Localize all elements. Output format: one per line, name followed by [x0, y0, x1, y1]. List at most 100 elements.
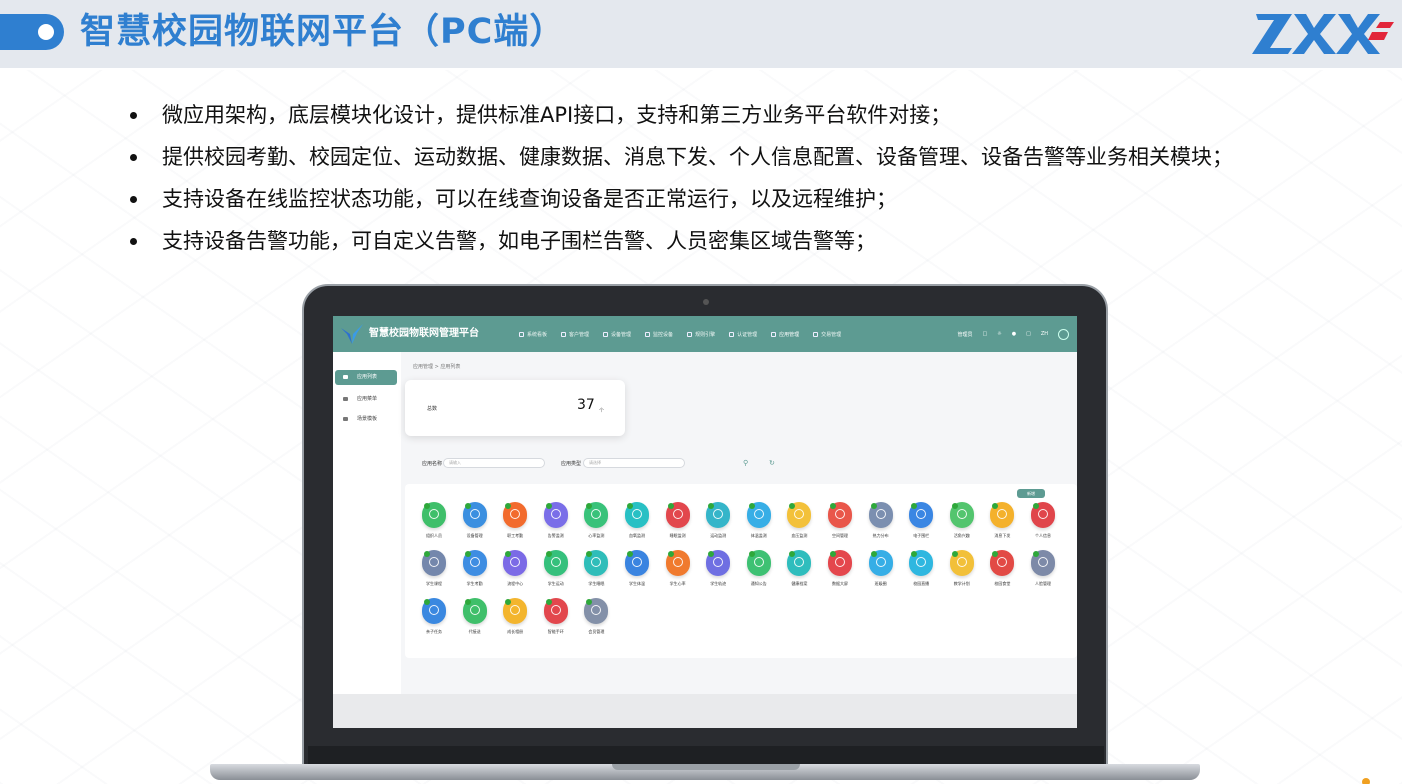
app-tile[interactable]: 学生心率: [659, 550, 697, 596]
app-tile[interactable]: 血氧监测: [618, 502, 656, 548]
app-tile-label: 空间管理: [832, 533, 848, 538]
app-glyph-icon: [875, 509, 886, 519]
app-tile-label: 健康档案: [791, 581, 808, 586]
app-tile[interactable]: 数据大屏: [821, 550, 859, 596]
app-tile[interactable]: 亲子任务: [415, 598, 453, 644]
nav-item-2[interactable]: 设备管理: [603, 331, 631, 338]
app-glyph-icon: [997, 557, 1008, 567]
status-dot-icon: [708, 503, 715, 509]
nav-item-5[interactable]: 认证管理: [729, 331, 757, 338]
sidebar: 应用列表 应用菜单 场景模板: [333, 352, 401, 728]
bullet-dot-icon: [130, 112, 137, 119]
theme-icon[interactable]: ●: [1012, 331, 1016, 337]
laptop-bezel: [308, 746, 1104, 764]
sidebar-item-app-list[interactable]: 应用列表: [335, 370, 397, 385]
status-dot-icon: [1033, 551, 1039, 557]
app-tile[interactable]: 人脸管理: [1024, 550, 1062, 596]
app-tile-label: 睡眠监测: [669, 533, 686, 538]
app-tile[interactable]: 血压监测: [780, 502, 818, 548]
app-tile[interactable]: 学生体温: [618, 550, 656, 596]
trade-icon: [813, 331, 819, 337]
app-tile[interactable]: 班级圈: [862, 550, 900, 596]
app-tile[interactable]: 健康档案: [780, 550, 818, 596]
bullet-dot-icon: [130, 154, 137, 161]
user-name[interactable]: 管理员: [957, 331, 972, 338]
app-tile[interactable]: 组织人员: [415, 502, 453, 548]
nav-item-3[interactable]: 监控设备: [645, 331, 673, 338]
app-tile-label: 校园直播: [913, 581, 930, 586]
app-tile[interactable]: 学生考勤: [456, 550, 494, 596]
app-tile[interactable]: 学生运动: [537, 550, 575, 596]
app-tile[interactable]: 学生轨迹: [699, 550, 737, 596]
app-tile[interactable]: 学生课程: [415, 550, 453, 596]
app-name-label: 应用名称: [422, 461, 443, 467]
slide-title: 智慧校园物联网平台（PC端）: [80, 12, 566, 52]
app-tile[interactable]: 消息下发: [983, 502, 1021, 548]
nav-item-0[interactable]: 系统看板: [519, 331, 547, 338]
app-title: 智慧校园物联网管理平台: [369, 328, 479, 339]
app-glyph-icon: [916, 509, 927, 519]
add-app-button[interactable]: 新增: [1017, 489, 1045, 498]
nav-item-1[interactable]: 客户管理: [561, 331, 589, 338]
app-type-label: 应用类型: [561, 461, 582, 467]
app-tile[interactable]: 空间管理: [821, 502, 859, 548]
app-tile[interactable]: 体温监测: [740, 502, 778, 548]
app-tile[interactable]: 运动监测: [699, 502, 737, 548]
header-pill-decoration: [0, 14, 64, 50]
search-icon[interactable]: ⚲: [743, 459, 748, 467]
nav-item-6[interactable]: 应用管理: [771, 331, 799, 338]
nav-item-7[interactable]: 交易管理: [813, 331, 841, 338]
app-tile[interactable]: 告警监测: [537, 502, 575, 548]
app-tile[interactable]: 校园食堂: [983, 550, 1021, 596]
app-tile[interactable]: 活角兴趣: [943, 502, 981, 548]
app-tile[interactable]: 流程中心: [496, 550, 534, 596]
app-icon: [990, 502, 1015, 528]
status-dot-icon: [586, 599, 593, 605]
app-tile[interactable]: 通知公告: [740, 550, 778, 596]
avatar[interactable]: [1058, 328, 1069, 340]
app-icon: [462, 550, 487, 576]
status-dot-icon: [464, 551, 471, 557]
app-type-select[interactable]: 请选择: [583, 458, 685, 468]
status-dot-icon: [992, 551, 999, 557]
fullscreen-icon[interactable]: □: [1026, 331, 1031, 337]
app-tile[interactable]: 热力分布: [862, 502, 900, 548]
app-glyph-icon: [469, 605, 480, 615]
app-glyph-icon: [713, 509, 724, 519]
app-tile[interactable]: 会员管理: [577, 598, 615, 644]
chart-icon: [519, 331, 524, 337]
lock-icon[interactable]: □: [982, 331, 987, 337]
app-tile[interactable]: 成长相册: [496, 598, 534, 644]
app-name-input[interactable]: 请输入: [443, 458, 545, 468]
nav-item-label: 监控设备: [653, 331, 674, 338]
app-icon: [909, 550, 934, 576]
app-tile[interactable]: 代接送: [456, 598, 494, 644]
app-tile[interactable]: 个人信息: [1024, 502, 1062, 548]
app-tile[interactable]: 校园直播: [902, 550, 940, 596]
settings-icon[interactable]: ☼: [997, 331, 1001, 337]
app-tile[interactable]: 学生睡眠: [577, 550, 615, 596]
app-glyph-icon: [469, 557, 480, 567]
app-tile[interactable]: 睡眠监测: [659, 502, 697, 548]
app-icon: [828, 502, 852, 528]
refresh-icon[interactable]: ↻: [769, 459, 775, 467]
app-tile-label: 学生轨迹: [710, 581, 727, 586]
app-tile[interactable]: 心率监测: [577, 502, 615, 548]
status-dot-icon: [586, 551, 593, 557]
nav-item-4[interactable]: 规则引擎: [687, 331, 715, 338]
sidebar-item-app-menu[interactable]: 应用菜单: [335, 392, 397, 407]
app-glyph-icon: [672, 557, 683, 567]
app-tile[interactable]: 教学计划: [943, 550, 981, 596]
nav-item-label: 交易管理: [821, 331, 842, 338]
app-glyph-icon: [835, 557, 845, 567]
app-glyph-icon: [429, 557, 439, 567]
app-tile[interactable]: 设备管理: [456, 502, 494, 548]
nav-item-label: 应用管理: [779, 331, 800, 338]
app-tile[interactable]: 职工考勤: [496, 502, 534, 548]
language-toggle[interactable]: ZH: [1041, 331, 1048, 337]
app-tile[interactable]: 电子围栏: [902, 502, 940, 548]
app-tile[interactable]: 智能手环: [537, 598, 575, 644]
sidebar-item-scene-template[interactable]: 场景模板: [335, 412, 397, 427]
status-dot-icon: [992, 503, 999, 509]
app-tile-label: 学生运动: [547, 581, 564, 586]
